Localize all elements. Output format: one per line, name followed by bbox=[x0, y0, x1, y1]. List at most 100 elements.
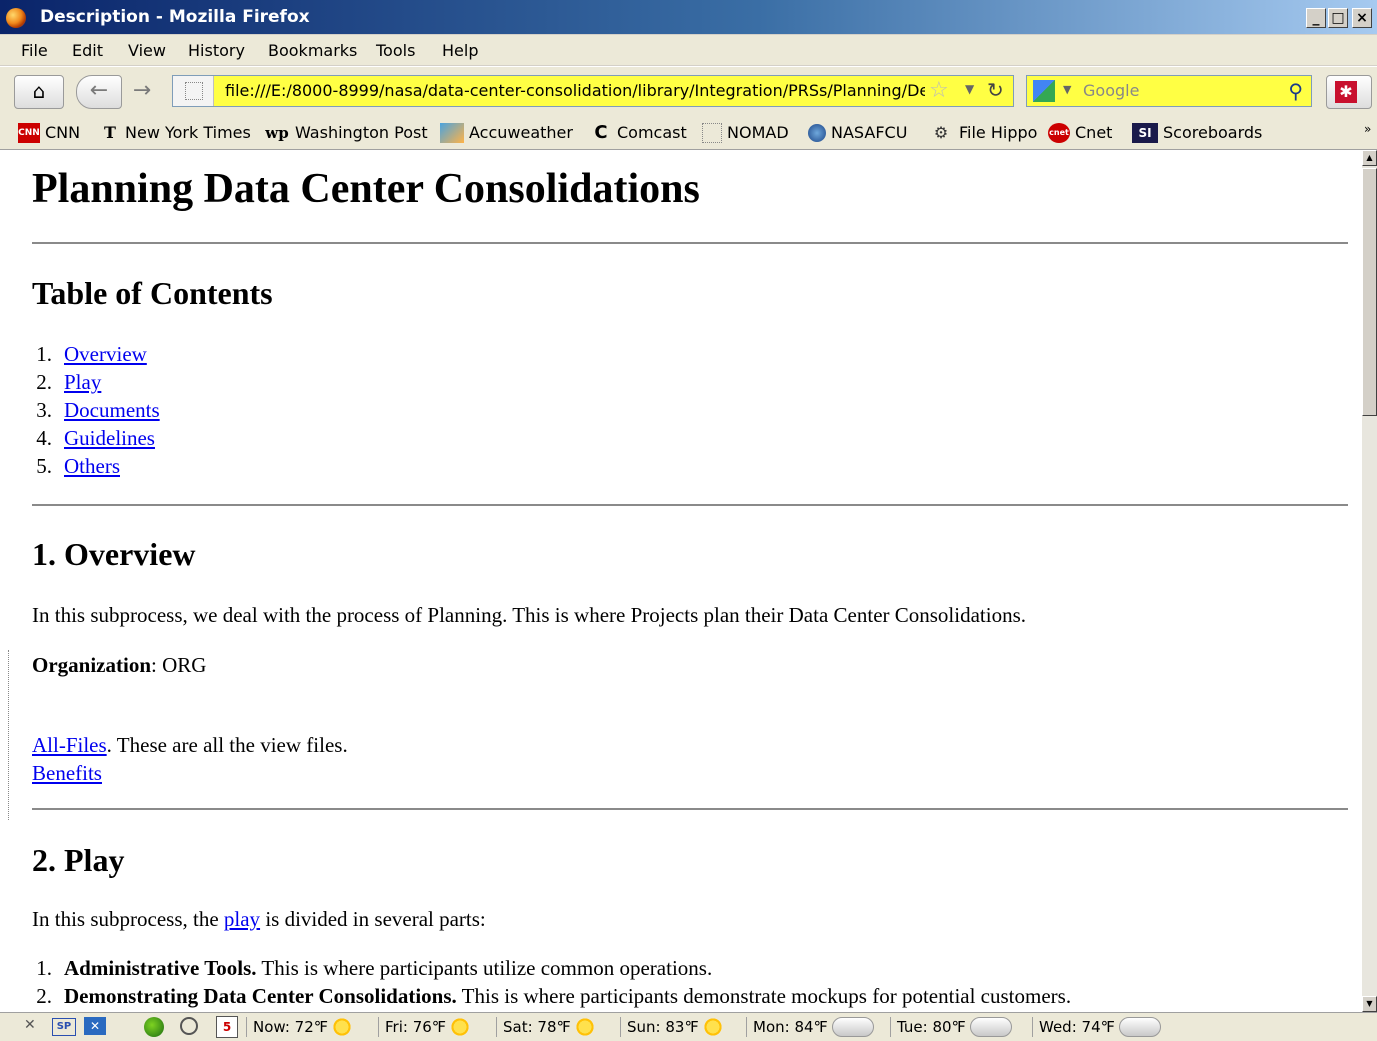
menu-history[interactable]: History bbox=[188, 41, 245, 60]
divider bbox=[32, 808, 1348, 810]
bookmark-file-hippo[interactable]: ⚙ File Hippo bbox=[928, 122, 1038, 144]
home-icon: ⌂ bbox=[32, 79, 46, 103]
part-title: Administrative Tools. bbox=[64, 956, 257, 980]
all-files-link[interactable]: All-Files bbox=[32, 733, 107, 757]
menu-help[interactable]: Help bbox=[442, 41, 478, 60]
toc-item: 5. Others bbox=[36, 454, 120, 478]
cnet-icon: cnet bbox=[1048, 122, 1070, 143]
minimize-button[interactable]: _ bbox=[1306, 8, 1326, 28]
organization-line: Organization: ORG bbox=[32, 653, 206, 678]
home-button[interactable]: ⌂ bbox=[14, 75, 64, 109]
play-intro-text: In this subprocess, the bbox=[32, 907, 224, 931]
scroll-up-arrow-icon[interactable]: ▲ bbox=[1362, 150, 1377, 166]
calendar-icon[interactable]: 5 bbox=[216, 1016, 238, 1038]
list-item: 2. Demonstrating Data Center Consolidatio… bbox=[36, 984, 1072, 1008]
sidebar-splitter[interactable] bbox=[8, 650, 15, 820]
toc-link-documents[interactable]: Documents bbox=[64, 398, 160, 422]
sun-icon bbox=[574, 1017, 595, 1037]
divider bbox=[32, 242, 1348, 244]
scrollbar-thumb[interactable] bbox=[1362, 168, 1377, 416]
bookmark-cnet[interactable]: cnet Cnet bbox=[1048, 122, 1112, 144]
close-button[interactable]: × bbox=[1352, 8, 1372, 28]
sun-icon bbox=[332, 1017, 353, 1037]
search-bar[interactable]: ▼ Google ⚲ bbox=[1026, 75, 1312, 107]
si-icon: SI bbox=[1132, 122, 1158, 143]
menu-bookmarks[interactable]: Bookmarks bbox=[268, 41, 357, 60]
toc-link-others[interactable]: Others bbox=[64, 454, 120, 478]
back-arrow-icon: ← bbox=[89, 78, 109, 103]
organization-value: : ORG bbox=[151, 653, 207, 677]
play-link[interactable]: play bbox=[224, 907, 260, 931]
search-magnifier-icon[interactable]: ⚲ bbox=[1288, 79, 1303, 103]
weather-mon[interactable]: Mon: 84℉ bbox=[746, 1017, 874, 1037]
accuweather-icon bbox=[440, 122, 464, 143]
all-files-line: All-Files. These are all the view files. bbox=[32, 733, 348, 758]
back-button[interactable]: ← bbox=[76, 75, 122, 109]
nasafcu-icon bbox=[808, 123, 826, 142]
weather-now[interactable]: Now: 72℉ bbox=[246, 1017, 353, 1037]
bookmark-comcast[interactable]: C Comcast bbox=[590, 122, 686, 144]
play-heading: 2. Play bbox=[32, 842, 125, 878]
weather-tue[interactable]: Tue: 80℉ bbox=[890, 1017, 1012, 1037]
play-intro-text-end: is divided in several parts: bbox=[260, 907, 486, 931]
divider bbox=[32, 504, 1348, 506]
overview-text: In this subprocess, we deal with the pro… bbox=[32, 603, 1027, 627]
bookmark-scoreboards[interactable]: SI Scoreboards bbox=[1132, 122, 1262, 144]
cnn-icon: CNN bbox=[18, 122, 40, 143]
sun-icon bbox=[702, 1017, 723, 1037]
url-input[interactable]: file:///E:/8000-8999/nasa/data-center-co… bbox=[225, 81, 925, 100]
bookmark-star-icon[interactable]: ☆ bbox=[929, 78, 949, 103]
xmarks-icon[interactable]: ✕ bbox=[84, 1017, 106, 1035]
window-title: Description - Mozilla Firefox bbox=[40, 7, 310, 27]
bookmark-nytimes[interactable]: T New York Times bbox=[100, 122, 251, 144]
weather-sun[interactable]: Sun: 83℉ bbox=[620, 1017, 723, 1037]
scroll-down-arrow-icon[interactable]: ▼ bbox=[1362, 996, 1377, 1012]
part-description: This is where participants utilize commo… bbox=[256, 956, 713, 980]
menu-view[interactable]: View bbox=[128, 41, 166, 60]
weather-label: Mon: 84℉ bbox=[753, 1018, 828, 1036]
bookmarks-toolbar: CNN CNN T New York Times wp Washington Post… bbox=[0, 115, 1377, 150]
menu-tools[interactable]: Tools bbox=[376, 41, 415, 60]
search-engine-dropdown-icon[interactable]: ▼ bbox=[1063, 83, 1071, 96]
toc-heading: Table of Contents bbox=[32, 275, 273, 311]
search-input[interactable]: Google bbox=[1083, 81, 1139, 100]
forward-button[interactable]: → bbox=[122, 75, 162, 107]
maximize-button[interactable]: □ bbox=[1328, 8, 1348, 28]
bookmark-nomad[interactable]: NOMAD bbox=[702, 122, 789, 144]
play-parts-list: 1. Administrative Tools. This is where pa… bbox=[0, 956, 1071, 1012]
menu-edit[interactable]: Edit bbox=[72, 41, 103, 60]
washington-post-icon: wp bbox=[265, 123, 289, 142]
weather-label: Fri: 76℉ bbox=[385, 1018, 447, 1036]
menu-file[interactable]: File bbox=[21, 41, 48, 60]
search-engine-icon[interactable] bbox=[1033, 80, 1055, 102]
bookmarks-overflow-chevron-icon[interactable]: » bbox=[1364, 122, 1371, 144]
vertical-scrollbar[interactable]: ▲ ▼ bbox=[1362, 150, 1377, 1012]
toc-link-play[interactable]: Play bbox=[64, 370, 101, 394]
file-hippo-icon: ⚙ bbox=[933, 122, 949, 142]
part-title: Demonstrating Data Center Consolidations… bbox=[64, 984, 457, 1008]
weather-fri[interactable]: Fri: 76℉ bbox=[378, 1017, 471, 1037]
close-addon-bar-icon[interactable]: ✕ bbox=[24, 1017, 36, 1033]
toc-link-guidelines[interactable]: Guidelines bbox=[64, 426, 155, 450]
addon-button[interactable]: ✱ bbox=[1326, 75, 1372, 109]
url-dropdown-icon[interactable]: ▼ bbox=[965, 82, 974, 96]
bookmark-nasafcu[interactable]: NASAFCU bbox=[808, 122, 907, 144]
page-content: Planning Data Center Consolidations Tabl… bbox=[0, 150, 1362, 1012]
sp-icon[interactable]: SP bbox=[52, 1018, 76, 1036]
all-files-description: . These are all the view files. bbox=[106, 733, 348, 757]
reload-icon[interactable]: ↻ bbox=[987, 78, 1004, 102]
bookmark-washington-post[interactable]: wp Washington Post bbox=[264, 122, 427, 144]
page-title: Planning Data Center Consolidations bbox=[32, 166, 700, 212]
sun-icon bbox=[450, 1017, 471, 1037]
url-bar[interactable]: file:///E:/8000-8999/nasa/data-center-co… bbox=[172, 75, 1014, 107]
bookmark-accuweather[interactable]: Accuweather bbox=[440, 122, 573, 144]
benefits-link[interactable]: Benefits bbox=[32, 761, 102, 785]
weather-label: Sat: 78℉ bbox=[503, 1018, 571, 1036]
globe-icon[interactable] bbox=[144, 1017, 164, 1037]
weather-sat[interactable]: Sat: 78℉ bbox=[496, 1017, 595, 1037]
weather-wed[interactable]: Wed: 74℉ bbox=[1032, 1017, 1161, 1037]
site-identity-button[interactable] bbox=[173, 76, 214, 106]
toc-link-overview[interactable]: Overview bbox=[64, 342, 147, 366]
clock-icon[interactable] bbox=[180, 1017, 198, 1035]
bookmark-cnn[interactable]: CNN CNN bbox=[18, 122, 80, 144]
